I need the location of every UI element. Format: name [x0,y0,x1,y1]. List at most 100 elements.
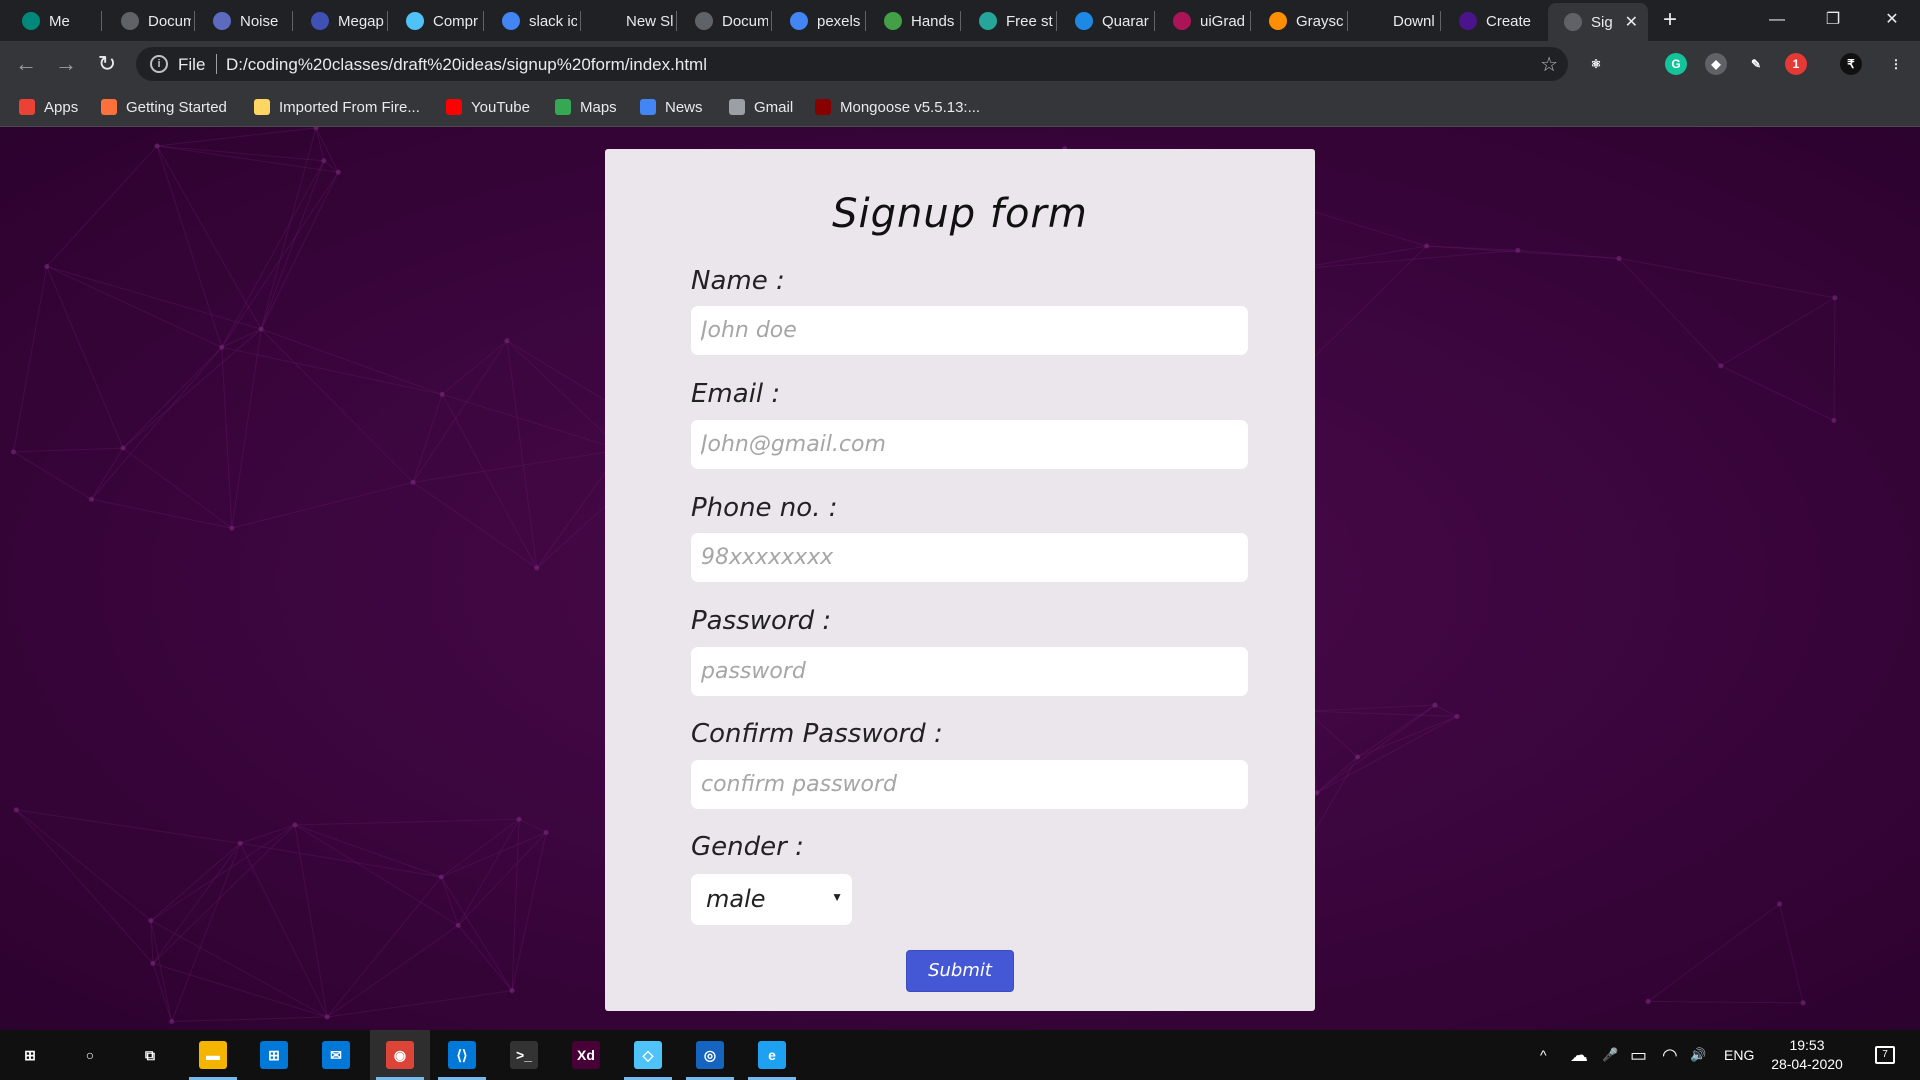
wifi-icon[interactable]: ◠ [1662,1030,1678,1080]
url-text[interactable]: D:/coding%20classes/draft%20ideas/signup… [226,55,707,75]
task-view-button[interactable]: ⧉ [120,1030,180,1080]
windows-start-button[interactable]: ⊞ [0,1030,60,1080]
tray-chevron-icon[interactable]: ^ [1540,1030,1547,1080]
browser-tab[interactable]: slack ic [486,5,577,37]
mail-button[interactable]: ✉ [306,1030,366,1080]
network-line [294,824,442,878]
info-icon[interactable]: i [150,55,168,73]
gender-select[interactable]: male ▼ [691,874,852,925]
globe-icon [729,99,745,115]
vscode-button[interactable]: ⟨⟩ [432,1030,492,1080]
network-line [260,171,339,330]
chrome-button[interactable]: ◉ [370,1030,430,1080]
google-icon [790,12,808,30]
microsoft-store-button[interactable]: ⊞ [244,1030,304,1080]
onedrive-cloud-icon[interactable]: ☁ [1570,1030,1588,1080]
battery-icon[interactable]: ▭ [1630,1030,1647,1080]
bookmark-item[interactable]: Gmail [729,96,793,118]
close-window-button[interactable]: ✕ [1864,0,1920,40]
restore-button[interactable]: ❐ [1805,0,1861,40]
network-line [260,328,414,483]
browser-tab[interactable]: Compr [390,5,480,37]
tab-title: Downl [1393,12,1435,30]
uigradients-icon [1173,12,1191,30]
app2-button[interactable]: ◎ [680,1030,740,1080]
adobe-xd-button[interactable]: Xd [556,1030,616,1080]
bookmark-item[interactable]: News [640,96,703,118]
profile-icon[interactable]: ₹ [1840,53,1862,75]
cortana-search-button[interactable]: ○ [60,1030,120,1080]
grammarly-icon[interactable]: G [1665,53,1687,75]
network-line [152,963,173,1022]
pen-icon[interactable]: ✎ [1745,53,1767,75]
bookmark-item[interactable]: Maps [555,96,617,118]
app-button[interactable]: ◇ [618,1030,678,1080]
browser-tab[interactable]: Graysc [1253,5,1344,37]
language-indicator[interactable]: ENG [1724,1030,1754,1080]
network-line [240,824,296,844]
volume-icon[interactable]: 🔊 [1690,1030,1706,1080]
network-line [294,824,459,926]
network-line [46,145,158,267]
browser-tab[interactable]: Docum [105,5,191,37]
bookmark-item[interactable]: YouTube [446,96,530,118]
terminal-button[interactable]: >_ [494,1030,554,1080]
browser-tab[interactable]: Free st [963,5,1053,37]
back-button[interactable]: ← [12,50,40,78]
tab-title: Docum [722,12,768,30]
browser-tab[interactable]: Noise [197,5,289,37]
browser-tab[interactable]: Docum [679,5,768,37]
network-line [150,842,241,921]
tab-separator [483,11,484,31]
bookmark-item[interactable]: Apps [19,96,78,118]
file-explorer-button[interactable]: ▬ [183,1030,243,1080]
bookmark-item[interactable]: Getting Started [101,96,227,118]
address-bar[interactable]: i File D:/coding%20classes/draft%20ideas… [136,47,1568,81]
browser-tab[interactable]: pexels [774,5,862,37]
confirm-password-input[interactable] [691,760,1248,809]
tab-separator [1440,11,1441,31]
react-devtools-icon[interactable]: ⚛ [1585,53,1607,75]
browser-tab[interactable]: New Sl [583,5,673,37]
network-line [506,340,538,569]
forward-button[interactable]: → [52,50,80,78]
phone-input[interactable] [691,533,1248,582]
notification-icon[interactable]: 1 [1785,53,1807,75]
network-line [326,924,459,1018]
minimize-button[interactable]: — [1749,0,1805,40]
tab-separator [1347,11,1348,31]
notifications-icon[interactable]: 7 [1868,1030,1902,1080]
reload-button[interactable]: ↻ [93,50,121,78]
close-tab-icon[interactable]: ✕ [1625,12,1638,32]
app-icon: ◇ [634,1041,662,1069]
layers-icon[interactable]: ◆ [1705,53,1727,75]
bookmark-item[interactable]: Mongoose v5.5.13:... [815,96,980,118]
tab-title: New Sl [626,12,673,30]
browser-tab[interactable]: Downl [1350,5,1437,37]
system-clock[interactable]: 19:53 28-04-2020 [1762,1036,1852,1074]
browser-tab[interactable]: Me [6,5,98,37]
bookmark-star-icon[interactable]: ☆ [1540,52,1558,77]
network-node [1777,901,1783,907]
apps-grid-icon [19,99,35,115]
new-tab-button[interactable]: + [1656,7,1684,35]
browser-tab[interactable]: Create [1443,5,1542,37]
google-icon [502,12,520,30]
microphone-icon[interactable]: 🎤 [1602,1030,1618,1080]
browser-tab[interactable]: Quarar [1059,5,1151,37]
name-input[interactable] [691,306,1248,355]
password-input[interactable] [691,647,1248,696]
email-input[interactable] [691,420,1248,469]
network-node [1645,998,1651,1004]
menu-icon[interactable]: ⋮ [1885,53,1907,75]
browser-tab[interactable]: Hands [868,5,957,37]
network-line [156,127,317,147]
browser-tab[interactable]: uiGrad [1157,5,1247,37]
maps-pin-icon [555,99,571,115]
bookmark-item[interactable]: Imported From Fire... [254,96,420,118]
internet-explorer-button[interactable]: e [742,1030,802,1080]
submit-button[interactable]: Submit [906,950,1014,992]
browser-tab[interactable]: Megap [295,5,384,37]
network-line [91,346,223,500]
browser-tab[interactable]: Sig ✕ [1548,3,1648,41]
